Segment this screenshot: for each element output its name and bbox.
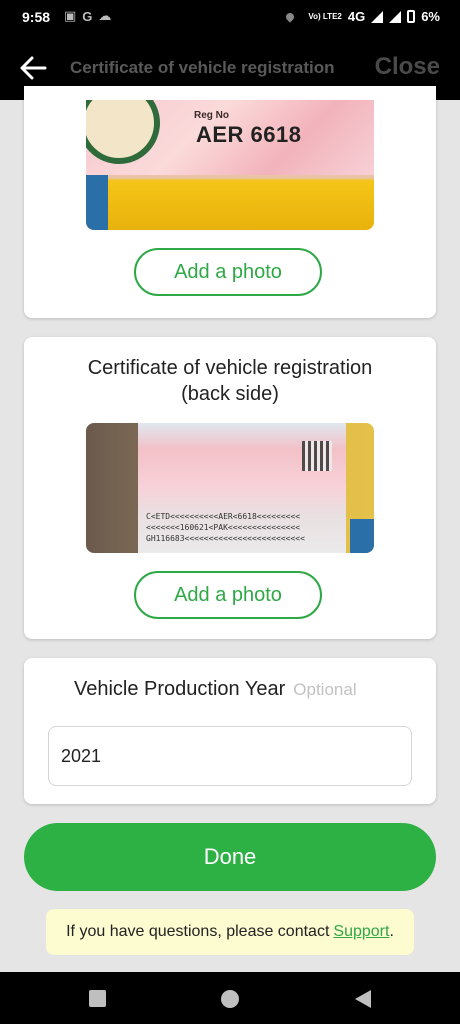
status-bar: 9:58 ▣ G ☁ Vo) LTE2 4G 6% [0,0,460,36]
support-notice: If you have questions, please contact Su… [46,909,414,955]
photo-regno-label: Reg No [194,110,229,121]
photo-background [86,175,108,230]
recent-apps-icon[interactable] [89,990,106,1007]
optional-tag: Optional [293,680,357,699]
support-link[interactable]: Support [333,923,389,941]
photo-background [350,519,374,553]
close-button[interactable]: Close [375,53,440,81]
back-side-photo: C<ETD<<<<<<<<<<AER<6618<<<<<<<<< <<<<<<<… [86,423,374,553]
status-system-icons: Vo) LTE2 4G 6% [284,9,440,24]
home-icon[interactable] [221,990,239,1008]
plate-image: Reg No AER 6618 [86,100,374,175]
status-notification-icons: ▣ G ☁ [64,8,111,24]
video-call-icon: ▣ [64,8,77,23]
registration-card-image: C<ETD<<<<<<<<<<AER<6618<<<<<<<<< <<<<<<<… [138,423,346,553]
back-side-heading: Certificate of vehicle registration (bac… [24,355,436,407]
add-back-photo-button[interactable]: Add a photo [134,571,322,619]
production-year-label-text: Vehicle Production Year [74,678,286,700]
support-notice-suffix: . [389,923,394,940]
support-notice-text: If you have questions, please contact [66,923,330,940]
production-year-input[interactable] [48,726,412,786]
google-icon: G [82,8,93,24]
back-arrow-icon[interactable] [18,54,48,82]
signal-icon [371,10,384,23]
back-side-card: Certificate of vehicle registration (bac… [24,337,436,639]
back-side-heading-line1: Certificate of vehicle registration [87,357,373,379]
add-front-photo-button[interactable]: Add a photo [134,248,322,296]
qr-code-icon [302,441,332,471]
back-triangle-icon[interactable] [355,990,371,1008]
network-type: 4G [347,9,366,24]
battery-icon [407,10,416,23]
system-nav-bar [0,972,460,1024]
signal-icon-2 [389,10,402,23]
battery-percent: 6% [421,9,440,24]
front-side-card: Reg No AER 6618 Add a photo [24,86,436,318]
front-side-photo: Reg No AER 6618 [86,100,374,230]
status-time: 9:58 [22,9,51,25]
done-button[interactable]: Done [24,823,436,891]
production-year-label: Vehicle Production Year Optional [74,678,357,701]
page-title: Certificate of vehicle registration [70,58,335,77]
emblem-icon [86,100,160,164]
mrz-text: C<ETD<<<<<<<<<<AER<6618<<<<<<<<< <<<<<<<… [146,512,305,543]
volte-label: Vo) LTE2 [308,11,342,21]
photo-regno: AER 6618 [196,122,302,147]
cloud-icon: ☁ [98,8,112,23]
back-side-heading-line2: (back side) [181,383,279,405]
production-year-card: Vehicle Production Year Optional [24,658,436,804]
location-icon [284,10,297,23]
